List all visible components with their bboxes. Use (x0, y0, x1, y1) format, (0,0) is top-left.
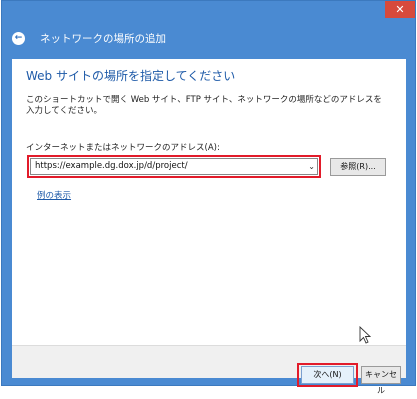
page-heading: Web サイトの場所を指定してください (26, 69, 236, 83)
content-area: Web サイトの場所を指定してください このショートカットで開く Web サイト… (12, 59, 406, 345)
examples-link[interactable]: 例の表示 (37, 189, 71, 201)
browse-button[interactable]: 参照(R)... (330, 158, 386, 176)
address-input[interactable]: https://example.dg.dox.jp/d/project/ ⌄ (30, 158, 318, 175)
dialog-window: ✕ ← ネットワークの場所の追加 Web サイトの場所を指定してください このシ… (1, 0, 416, 395)
next-button[interactable]: 次へ(N) (301, 366, 354, 384)
dialog-title: ネットワークの場所の追加 (40, 33, 166, 45)
mouse-pointer-icon (359, 326, 371, 344)
back-arrow-icon[interactable]: ← (12, 32, 25, 45)
dialog-header: ← ネットワークの場所の追加 (2, 19, 415, 59)
chevron-down-icon[interactable]: ⌄ (308, 159, 315, 174)
cancel-button[interactable]: キャンセル (361, 366, 401, 395)
address-value: https://example.dg.dox.jp/d/project/ (35, 161, 188, 171)
address-field-label: インターネットまたはネットワークのアドレス(A): (26, 143, 220, 153)
dialog-footer: 次へ(N) キャンセル (12, 345, 406, 395)
description-text: このショートカットで開く Web サイト、FTP サイト、ネットワークの場所など… (26, 95, 382, 116)
close-button[interactable]: ✕ (385, 1, 415, 18)
title-bar: ✕ (2, 1, 415, 19)
